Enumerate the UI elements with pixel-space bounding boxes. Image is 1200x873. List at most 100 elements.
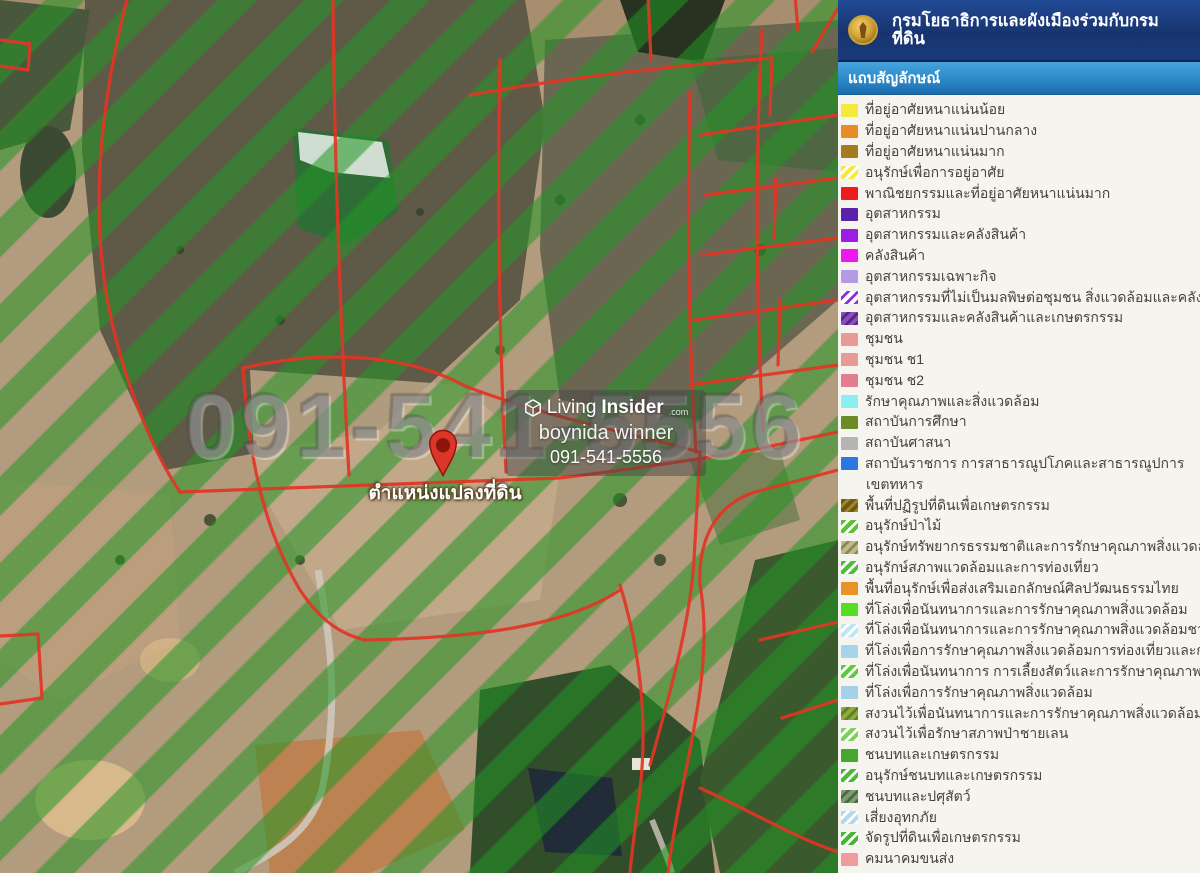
legend-swatch-icon: [841, 104, 858, 117]
pin-label: ตำแหน่งแปลงที่ดิน: [343, 478, 547, 508]
legend-item: ชุมชน ช1: [841, 350, 1200, 371]
legend-item: อุตสาหกรรมที่ไม่เป็นมลพิษต่อชุมชน สิ่งแว…: [841, 287, 1200, 308]
phone-watermark: 091-541-5556: [150, 374, 838, 479]
satellite-map[interactable]: 091-541-5556 LivingInsider.com boynida w…: [0, 0, 838, 873]
legend-swatch-icon: [841, 229, 858, 242]
legend-item-label: ที่โล่งเพื่อการรักษาคุณภาพสิ่งแวดล้อม: [865, 682, 1093, 703]
legend-swatch-icon: [841, 686, 858, 699]
legend-item-label: อุตสาหกรรมและคลังสินค้าและเกษตรกรรม: [865, 308, 1123, 329]
legend-item: อนุรักษ์ชนบทและเกษตรกรรม: [841, 766, 1200, 787]
legend-item-label: คมนาคมขนส่ง: [865, 849, 954, 870]
legend-item: ที่โล่งเพื่อนันทนาการและการรักษาคุณภาพสิ…: [841, 599, 1200, 620]
legend-item-label: อุตสาหกรรมเฉพาะกิจ: [865, 266, 997, 287]
legend-swatch-icon: [841, 312, 858, 325]
legend-item-label: ที่โล่งเพื่อการรักษาคุณภาพสิ่งแวดล้อมการ…: [865, 641, 1200, 662]
legend-swatch-icon: [841, 395, 858, 408]
legend-swatch-icon: [841, 832, 858, 845]
legend-item: อุตสาหกรรม: [841, 204, 1200, 225]
legend-item: ที่อยู่อาศัยหนาแน่นปานกลาง: [841, 121, 1200, 142]
legend-item: เสี่ยงอุทกภัย: [841, 807, 1200, 828]
legend-item-label: สถาบันการศึกษา: [865, 412, 967, 433]
legend-item: สงวนไว้เพื่อรักษาสภาพป่าชายเลน: [841, 724, 1200, 745]
legend-item: สงวนไว้เพื่อนันทนาการและการรักษาคุณภาพสิ…: [841, 703, 1200, 724]
legend-item-label: อุตสาหกรรมและคลังสินค้า: [865, 225, 1026, 246]
legend-item-label: สถาบันศาสนา: [865, 433, 951, 454]
legend-item: อนุรักษ์ป่าไม้: [841, 516, 1200, 537]
legend-title-bar: แถบสัญลักษณ์: [838, 62, 1200, 95]
legend-swatch-icon: [841, 145, 858, 158]
thai-government-seal-icon: [848, 15, 878, 45]
legend-item-label: สถาบันราชการ การสาธารณูปโภคและสาธารณูปกา…: [865, 454, 1184, 475]
legend-item: คมนาคมขนส่ง: [841, 849, 1200, 870]
legend-item: อุตสาหกรรมและคลังสินค้า: [841, 225, 1200, 246]
legend-swatch-icon: [841, 416, 858, 429]
legend-item-label: ที่โล่งเพื่อนันทนาการ การเลี้ยงสัตว์และก…: [865, 662, 1200, 683]
legend-item: คลังสินค้า: [841, 246, 1200, 267]
watermark-phone: 091-541-5556: [510, 447, 702, 468]
legend-item-label: จัดรูปที่ดินเพื่อเกษตรกรรม: [865, 828, 1021, 849]
legend-swatch-icon: [841, 457, 858, 470]
legend-item-label: ที่อยู่อาศัยหนาแน่นน้อย: [865, 100, 1005, 121]
legend-item: ที่อยู่อาศัยหนาแน่นน้อย: [841, 100, 1200, 121]
legend-item: ที่โล่งเพื่อนันทนาการและการรักษาคุณภาพสิ…: [841, 620, 1200, 641]
legend-swatch-icon: [841, 437, 858, 450]
legend-swatch-icon: [841, 603, 858, 616]
legend-item-label: ชนบทและปศุสัตว์: [865, 786, 971, 807]
legend-swatch-icon: [841, 499, 858, 512]
legend-item-label: อนุรักษ์ชนบทและเกษตรกรรม: [865, 766, 1042, 787]
land-plot-viewer: 091-541-5556 LivingInsider.com boynida w…: [0, 0, 1200, 873]
legend-item-label: อุตสาหกรรมที่ไม่เป็นมลพิษต่อชุมชน สิ่งแว…: [865, 287, 1200, 308]
brand-living: Living: [547, 397, 597, 419]
legend-swatch-icon: [841, 790, 858, 803]
legend-item-label: อนุรักษ์ป่าไม้: [865, 516, 941, 537]
legend-item: อนุรักษ์ทรัพยากรธรรมชาติและการรักษาคุณภา…: [841, 537, 1200, 558]
legend-item: พื้นที่ปฏิรูปที่ดินเพื่อเกษตรกรรม: [841, 495, 1200, 516]
panel-title: กรมโยธาธิการและผังเมืองร่วมกับกรมที่ดิน: [892, 12, 1190, 48]
legend-item-label: อนุรักษ์ทรัพยากรธรรมชาติและการรักษาคุณภา…: [865, 537, 1200, 558]
legend-swatch-icon: [841, 582, 858, 595]
legend-swatch-icon: [841, 125, 858, 138]
legend-item-label: สงวนไว้เพื่อนันทนาการและการรักษาคุณภาพสิ…: [865, 703, 1200, 724]
legend-item: พื้นที่อนุรักษ์เพื่อส่งเสริมเอกลักษณ์ศิล…: [841, 578, 1200, 599]
legend-item: ชนบทและเกษตรกรรม: [841, 745, 1200, 766]
legend-item-label: เสี่ยงอุทกภัย: [865, 807, 937, 828]
legend-swatch-icon: [841, 853, 858, 866]
legend-item: พาณิชยกรรมและที่อยู่อาศัยหนาแน่นมาก: [841, 183, 1200, 204]
legend-item-label: ชนบทและเกษตรกรรม: [865, 745, 999, 766]
legend-item-label: อนุรักษ์เพื่อการอยู่อาศัย: [865, 162, 1004, 183]
legend-item-label: ที่อยู่อาศัยหนาแน่นมาก: [865, 142, 1005, 163]
legend-item-label: พื้นที่ปฏิรูปที่ดินเพื่อเกษตรกรรม: [865, 495, 1050, 516]
legend-swatch-icon: [841, 333, 858, 346]
legend-swatch-icon: [841, 707, 858, 720]
legend-item-label: คลังสินค้า: [865, 246, 925, 267]
legend-swatch-icon: [841, 249, 858, 262]
legend-swatch-icon: [841, 291, 858, 304]
legend-swatch-icon: [841, 520, 858, 533]
legend-item-label: พาณิชยกรรมและที่อยู่อาศัยหนาแน่นมาก: [865, 183, 1110, 204]
legend-swatch-icon: [841, 166, 858, 179]
legend-swatch-icon: [841, 353, 858, 366]
legend-swatch-icon: [841, 374, 858, 387]
legend-item-label: ชุมชน ช2: [865, 370, 924, 391]
legend-item-label: ที่โล่งเพื่อนันทนาการและการรักษาคุณภาพสิ…: [865, 599, 1188, 620]
location-pin-icon[interactable]: [424, 423, 462, 479]
legend-panel: กรมโยธาธิการและผังเมืองร่วมกับกรมที่ดิน …: [838, 0, 1200, 873]
legend-item: ที่อยู่อาศัยหนาแน่นมาก: [841, 142, 1200, 163]
panel-header: กรมโยธาธิการและผังเมืองร่วมกับกรมที่ดิน: [838, 0, 1200, 62]
legend-swatch-icon: [841, 811, 858, 824]
legend-item: ที่โล่งเพื่อการรักษาคุณภาพสิ่งแวดล้อม: [841, 682, 1200, 703]
legend-item: อุตสาหกรรมเฉพาะกิจ: [841, 266, 1200, 287]
legend-swatch-icon: [841, 749, 858, 762]
brand-insider: Insider: [601, 397, 663, 419]
legend-item: อนุรักษ์เพื่อการอยู่อาศัย: [841, 162, 1200, 183]
legend-swatch-icon: [841, 624, 858, 637]
legend-swatch-icon: [841, 769, 858, 782]
legend-item: ชุมชน ช2: [841, 370, 1200, 391]
legend-item: ชนบทและปศุสัตว์: [841, 786, 1200, 807]
legend-item: ที่โล่งเพื่อนันทนาการ การเลี้ยงสัตว์และก…: [841, 662, 1200, 683]
legend-item: อุตสาหกรรมและคลังสินค้าและเกษตรกรรม: [841, 308, 1200, 329]
legend-item-label: ชุมชน: [865, 329, 903, 350]
legend-item: อนุรักษ์สภาพแวดล้อมและการท่องเที่ยว: [841, 558, 1200, 579]
legend-item-label: ชุมชน ช1: [865, 350, 924, 371]
living-insider-cube-icon: [524, 399, 542, 417]
